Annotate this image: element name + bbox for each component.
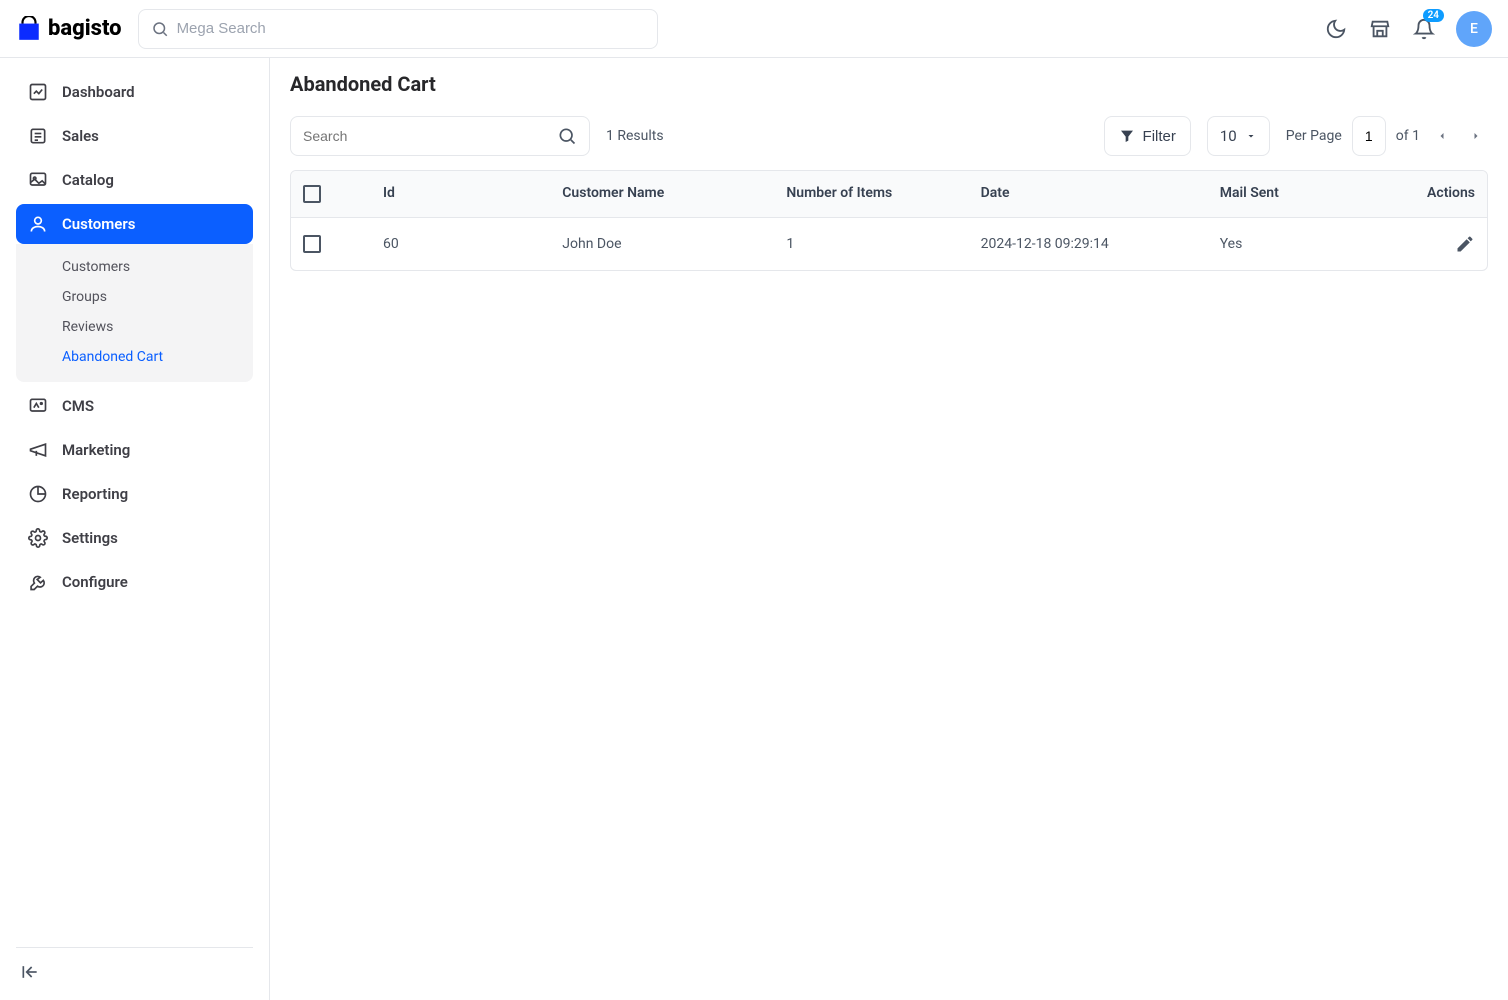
sidebar-item-label: Marketing [62, 441, 130, 459]
th-number-of-items[interactable]: Number of Items [774, 171, 968, 217]
avatar[interactable]: E [1456, 11, 1492, 47]
sidebar-item-label: Configure [62, 573, 128, 591]
filter-button[interactable]: Filter [1104, 116, 1191, 156]
td-date: 2024-12-18 09:29:14 [969, 218, 1208, 270]
th-checkbox [291, 171, 371, 217]
reporting-icon [28, 484, 48, 504]
sidebar-item-sales[interactable]: Sales [16, 116, 253, 156]
table-row: 60 John Doe 1 2024-12-18 09:29:14 Yes [291, 218, 1487, 270]
collapse-icon [20, 962, 40, 982]
th-id[interactable]: Id [371, 171, 550, 217]
td-customer: John Doe [550, 218, 774, 270]
toolbar: 1 Results Filter 10 Per Page of 1 [290, 116, 1488, 156]
td-id: 60 [371, 218, 550, 270]
sidebar-item-label: Reporting [62, 485, 128, 503]
customers-submenu: Customers Groups Reviews Abandoned Cart [16, 244, 253, 382]
customers-icon [28, 214, 48, 234]
row-checkbox[interactable] [303, 235, 321, 253]
store-link[interactable] [1368, 17, 1392, 41]
sub-item-abandoned-cart[interactable]: Abandoned Cart [16, 342, 253, 372]
results-count: 1 Results [606, 128, 664, 144]
select-all-checkbox[interactable] [303, 185, 321, 203]
next-page-button[interactable] [1464, 124, 1488, 148]
edit-icon[interactable] [1455, 234, 1475, 254]
search-icon [557, 126, 577, 146]
sidebar-item-label: Customers [62, 215, 135, 233]
sidebar: Dashboard Sales Catalog Customers Custom… [0, 58, 270, 1000]
sidebar-item-label: Catalog [62, 171, 114, 189]
th-actions: Actions [1387, 171, 1487, 217]
marketing-icon [28, 440, 48, 460]
page-title: Abandoned Cart [290, 72, 1488, 96]
avatar-letter: E [1470, 21, 1478, 37]
dashboard-icon [28, 82, 48, 102]
configure-icon [28, 572, 48, 592]
mega-search-input[interactable] [177, 20, 645, 37]
sidebar-item-customers[interactable]: Customers [16, 204, 253, 244]
cms-icon [28, 396, 48, 416]
sub-item-reviews[interactable]: Reviews [16, 312, 253, 342]
sidebar-item-catalog[interactable]: Catalog [16, 160, 253, 200]
table-search-input[interactable] [303, 128, 549, 144]
td-actions [1387, 218, 1487, 270]
sidebar-item-cms[interactable]: CMS [16, 386, 253, 426]
td-checkbox [291, 218, 371, 270]
sidebar-item-marketing[interactable]: Marketing [16, 430, 253, 470]
sidebar-item-label: Sales [62, 127, 99, 145]
filter-label: Filter [1143, 128, 1176, 145]
table-header: Id Customer Name Number of Items Date Ma… [291, 171, 1487, 218]
table-search[interactable] [290, 116, 590, 156]
sidebar-item-label: Dashboard [62, 83, 135, 101]
search-icon [151, 20, 169, 38]
chevron-left-icon [1436, 130, 1448, 142]
sidebar-item-dashboard[interactable]: Dashboard [16, 72, 253, 112]
prev-page-button[interactable] [1430, 124, 1454, 148]
sidebar-item-label: Settings [62, 529, 118, 547]
settings-icon [28, 528, 48, 548]
td-items: 1 [774, 218, 968, 270]
header-icons: 24 E [1324, 11, 1492, 47]
brand-text: bagisto [48, 16, 122, 41]
moon-icon [1325, 18, 1347, 40]
chevron-right-icon [1470, 130, 1482, 142]
sub-item-customers[interactable]: Customers [16, 252, 253, 282]
bag-icon [16, 16, 42, 42]
main-content: Abandoned Cart 1 Results Filter 10 Per P… [270, 58, 1508, 1000]
notification-badge: 24 [1423, 9, 1444, 22]
sidebar-item-configure[interactable]: Configure [16, 562, 253, 602]
th-customer-name[interactable]: Customer Name [550, 171, 774, 217]
per-page-value: 10 [1220, 127, 1237, 145]
td-mail: Yes [1208, 218, 1387, 270]
filter-icon [1119, 128, 1135, 144]
sidebar-item-reporting[interactable]: Reporting [16, 474, 253, 514]
data-table: Id Customer Name Number of Items Date Ma… [290, 170, 1488, 271]
page-number-input[interactable] [1352, 116, 1386, 156]
dark-mode-toggle[interactable] [1324, 17, 1348, 41]
header: bagisto 24 E [0, 0, 1508, 58]
sales-icon [28, 126, 48, 146]
per-page-select[interactable]: 10 [1207, 116, 1270, 156]
sidebar-item-label: CMS [62, 397, 94, 415]
chevron-down-icon [1245, 130, 1257, 142]
sub-item-groups[interactable]: Groups [16, 282, 253, 312]
pagination: Per Page of 1 [1286, 116, 1488, 156]
mega-search[interactable] [138, 9, 658, 49]
th-date[interactable]: Date [969, 171, 1208, 217]
logo[interactable]: bagisto [16, 16, 122, 42]
store-icon [1369, 18, 1391, 40]
collapse-sidebar-button[interactable] [16, 958, 44, 986]
th-mail-sent[interactable]: Mail Sent [1208, 171, 1387, 217]
per-page-label: Per Page [1286, 128, 1342, 144]
sidebar-item-settings[interactable]: Settings [16, 518, 253, 558]
table-body: 60 John Doe 1 2024-12-18 09:29:14 Yes [291, 218, 1487, 270]
notifications[interactable]: 24 [1412, 17, 1436, 41]
page-total-text: of 1 [1396, 128, 1420, 144]
catalog-icon [28, 170, 48, 190]
